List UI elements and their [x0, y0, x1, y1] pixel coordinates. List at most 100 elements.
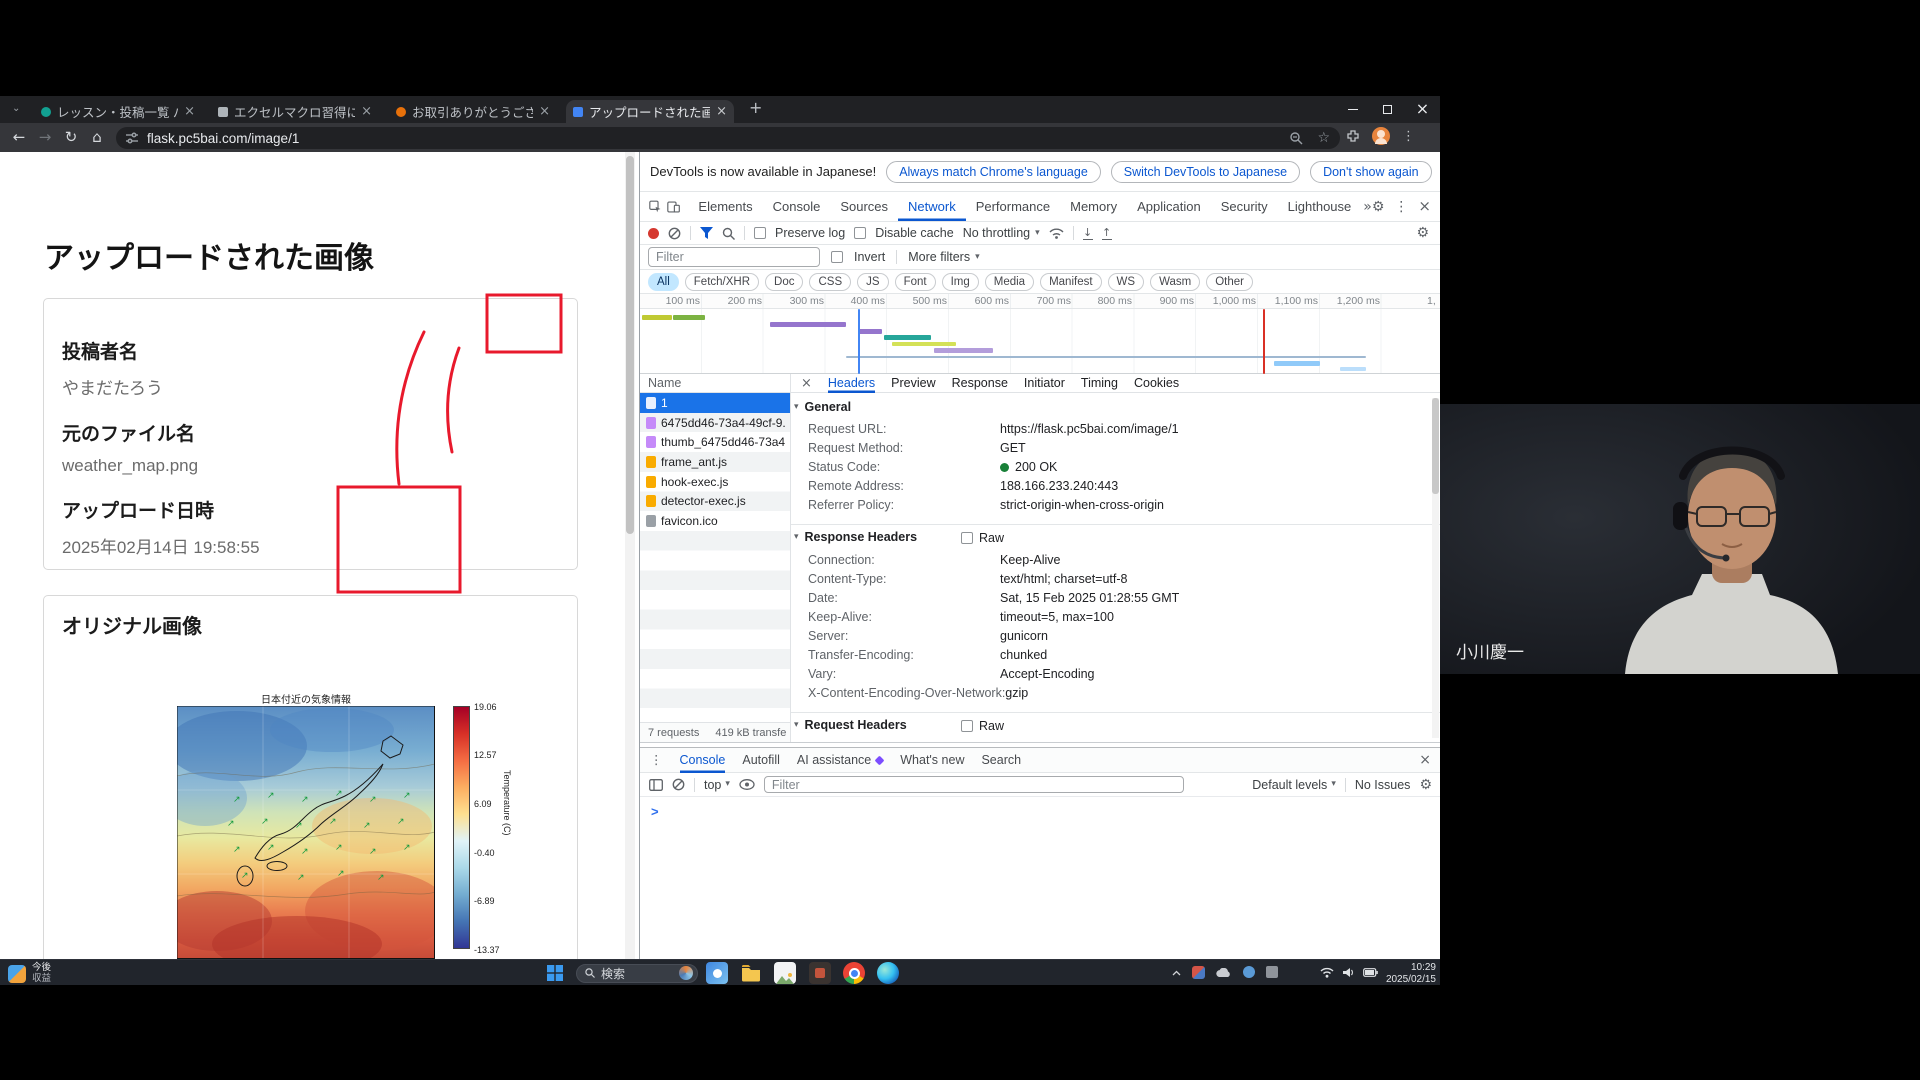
home-icon[interactable]: ⌂ — [84, 130, 110, 145]
reload-icon[interactable]: ↻ — [58, 130, 84, 145]
devtools-tab-elements[interactable]: Elements — [688, 192, 762, 221]
preserve-log-checkbox[interactable] — [754, 227, 766, 239]
import-har-icon[interactable]: ↓ — [1083, 227, 1093, 240]
drawer-tab-ai-assistance[interactable]: AI assistance — [797, 753, 883, 767]
tab-close-icon[interactable]: × — [361, 105, 372, 118]
address-bar[interactable]: flask.pc5bai.com/image/1 ☆ — [116, 127, 1340, 149]
throttling-dropdown[interactable]: No throttling▾ — [963, 226, 1040, 240]
taskbar-search-box[interactable]: 検索 — [576, 964, 698, 983]
drawer-tab-search[interactable]: Search — [981, 753, 1021, 767]
request-table-header[interactable]: Name — [640, 374, 791, 393]
edge-icon[interactable] — [877, 962, 899, 984]
network-conditions-icon[interactable] — [1049, 227, 1064, 239]
chip-all[interactable]: All — [648, 273, 679, 291]
request-headers-section-header[interactable]: ▾Request Headers — [794, 718, 907, 732]
tab-close-icon[interactable]: × — [539, 105, 550, 118]
extensions-icon[interactable] — [1346, 129, 1360, 143]
profile-avatar[interactable] — [1372, 127, 1390, 145]
tab-close-icon[interactable]: × — [184, 105, 195, 118]
drawer-tab-whats-new[interactable]: What's new — [900, 753, 964, 767]
clear-icon[interactable] — [668, 227, 681, 240]
devtools-tab-network[interactable]: Network — [898, 192, 966, 221]
file-explorer-icon[interactable] — [740, 962, 762, 984]
console-context-dropdown[interactable]: top▾ — [704, 778, 730, 792]
devtools-tab-sources[interactable]: Sources — [830, 192, 898, 221]
raw-checkbox[interactable] — [961, 532, 973, 544]
drawer-tab-console[interactable]: Console — [680, 748, 726, 773]
widgets-button[interactable]: 今後 収益 — [8, 963, 51, 985]
window-maximize-button[interactable] — [1370, 96, 1405, 122]
network-search-icon[interactable] — [722, 227, 735, 240]
page-scrollbar[interactable] — [625, 152, 635, 959]
details-tab-response[interactable]: Response — [952, 376, 1008, 390]
devtools-tab-application[interactable]: Application — [1127, 192, 1211, 221]
request-raw-toggle[interactable]: Raw — [961, 719, 1004, 733]
issues-counter[interactable]: No Issues — [1355, 778, 1411, 792]
tray-overflow-chevron[interactable] — [1172, 970, 1181, 976]
devtools-menu-icon[interactable]: ⋮ — [1394, 200, 1408, 214]
chip-doc[interactable]: Doc — [765, 273, 803, 291]
tray-app-icon-3[interactable] — [1266, 966, 1278, 978]
chip-fetch-xhr[interactable]: Fetch/XHR — [685, 273, 759, 291]
disable-cache-checkbox[interactable] — [854, 227, 866, 239]
chip-manifest[interactable]: Manifest — [1040, 273, 1101, 291]
request-row[interactable]: detector-exec.js — [640, 492, 791, 512]
details-close-icon[interactable]: × — [801, 377, 812, 390]
more-panels-icon[interactable]: » — [1363, 200, 1372, 214]
console-filter-input[interactable] — [764, 776, 1184, 793]
details-tab-initiator[interactable]: Initiator — [1024, 376, 1065, 390]
taskbar-app-1[interactable] — [706, 962, 728, 984]
export-har-icon[interactable]: ↑ — [1102, 227, 1112, 240]
browser-menu-icon[interactable]: ⋮ — [1402, 130, 1415, 143]
browser-tab-2[interactable]: エクセルマクロ習得に関係するお4つ × — [211, 100, 379, 123]
banner-dont-show-button[interactable]: Don't show again — [1310, 161, 1432, 183]
details-scrollbar-thumb[interactable] — [1432, 398, 1439, 494]
devtools-tab-console[interactable]: Console — [763, 192, 831, 221]
general-section-header[interactable]: ▾General — [794, 400, 851, 414]
chip-js[interactable]: JS — [857, 273, 888, 291]
image-viewer-icon[interactable] — [774, 962, 796, 984]
browser-tab-3[interactable]: お取引ありがとうございます × — [389, 100, 557, 123]
site-info-icon[interactable] — [126, 132, 138, 144]
forward-icon[interactable]: → — [32, 130, 58, 145]
back-icon[interactable]: ← — [6, 130, 32, 145]
inspect-icon[interactable] — [649, 199, 661, 214]
devtools-tab-memory[interactable]: Memory — [1060, 192, 1127, 221]
request-row[interactable]: 6475dd46-73a4-49cf-9... — [640, 413, 791, 433]
onedrive-cloud-icon[interactable] — [1215, 968, 1231, 978]
console-clear-icon[interactable] — [672, 778, 685, 791]
page-scrollbar-thumb[interactable] — [626, 156, 634, 534]
chip-media[interactable]: Media — [985, 273, 1034, 291]
battery-icon[interactable] — [1363, 968, 1378, 977]
tray-app-icon-1[interactable] — [1192, 966, 1205, 979]
raw-checkbox[interactable] — [961, 720, 973, 732]
window-close-button[interactable]: × — [1405, 96, 1440, 122]
new-tab-button[interactable]: + — [749, 100, 762, 116]
start-button[interactable] — [547, 965, 563, 981]
browser-tab-active[interactable]: アップロードされた画像 × — [566, 100, 734, 123]
devtools-close-icon[interactable]: × — [1418, 199, 1431, 214]
response-headers-section-header[interactable]: ▾Response Headers — [794, 530, 917, 544]
details-tab-cookies[interactable]: Cookies — [1134, 376, 1179, 390]
drawer-close-icon[interactable]: × — [1419, 753, 1431, 767]
invert-checkbox[interactable] — [831, 251, 843, 263]
chip-ws[interactable]: WS — [1108, 273, 1145, 291]
request-row[interactable]: hook-exec.js — [640, 472, 791, 492]
record-icon[interactable] — [648, 228, 659, 239]
details-scrollbar[interactable] — [1432, 398, 1439, 738]
live-expression-eye-icon[interactable] — [739, 779, 755, 790]
request-row[interactable]: thumb_6475dd46-73a4... — [640, 432, 791, 452]
drawer-menu-icon[interactable]: ⋮ — [650, 754, 663, 767]
tray-app-icon-2[interactable] — [1243, 966, 1255, 978]
console-prompt-chevron[interactable]: > — [640, 797, 1440, 819]
timeline-overview[interactable] — [640, 309, 1440, 374]
tab-search-icon[interactable]: ⌄ — [12, 104, 20, 114]
console-settings-gear-icon[interactable]: ⚙ — [1419, 778, 1432, 792]
request-row-selected[interactable]: 1 — [640, 393, 791, 413]
window-minimize-button[interactable] — [1335, 96, 1370, 122]
taskbar-clock[interactable]: 10:29 2025/02/15 — [1382, 962, 1436, 985]
device-toolbar-icon[interactable] — [667, 200, 680, 214]
network-filter-input[interactable] — [648, 247, 820, 267]
request-row[interactable]: favicon.ico — [640, 511, 791, 531]
bookmark-star-icon[interactable]: ☆ — [1317, 131, 1330, 145]
